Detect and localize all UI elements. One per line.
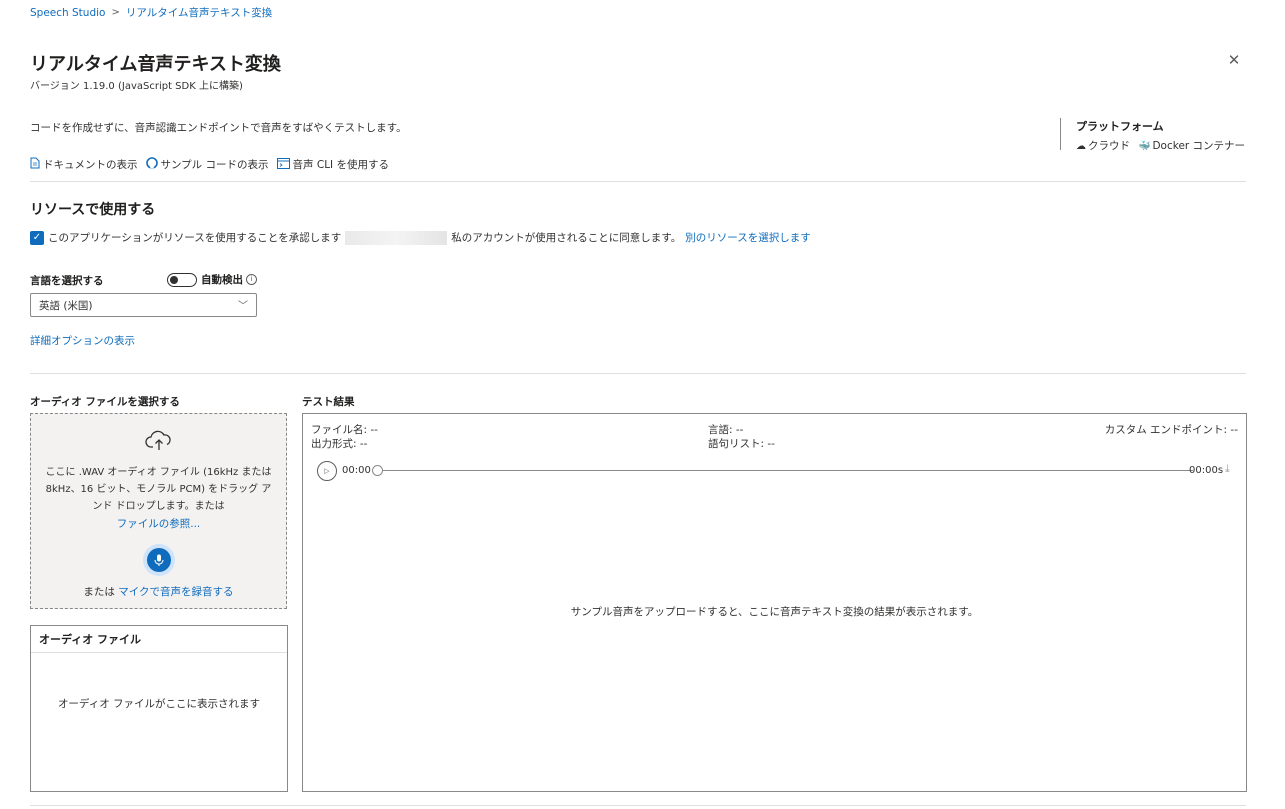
terminal-icon <box>276 157 290 172</box>
audio-dropzone[interactable]: ここに .WAV オーディオ ファイル (16kHz または 8kHz、16 ビ… <box>30 413 287 609</box>
platform-docker-label: Docker コンテナー <box>1152 140 1246 152</box>
divider <box>30 181 1246 182</box>
progress-thumb[interactable] <box>372 465 383 476</box>
audio-player: ▷ 00:00 00:00s ⤓ <box>317 461 1235 481</box>
microphone-icon <box>146 548 171 572</box>
play-button[interactable]: ▷ <box>317 461 337 481</box>
audio-files-empty-text: オーディオ ファイルがここに表示されます <box>57 698 261 710</box>
language-select[interactable]: 英語 (米国) ﹀ <box>30 293 257 317</box>
consent-text-1: このアプリケーションがリソースを使用することを承認します <box>48 232 342 244</box>
select-other-resource-link[interactable]: 別のリソースを選択します <box>685 230 810 245</box>
breadcrumb-root-link[interactable]: Speech Studio <box>30 7 105 19</box>
record-row: または マイクで音声を録音する <box>31 584 286 599</box>
info-icon[interactable]: i <box>246 274 257 285</box>
platform-docker: 🐳 Docker コンテナー <box>1138 138 1245 153</box>
time-start: 00:00 <box>342 465 371 476</box>
record-or-text: または <box>83 586 115 598</box>
browse-files-link[interactable]: ファイルの参照... <box>31 516 286 531</box>
chevron-down-icon: ﹀ <box>238 301 248 312</box>
page-title: リアルタイム音声テキスト変換 <box>30 54 281 75</box>
record-mic-button[interactable] <box>142 544 175 576</box>
audio-files-panel: オーディオ ファイル オーディオ ファイルがここに表示されます <box>30 625 288 792</box>
progress-track[interactable] <box>379 470 1193 471</box>
view-docs-link[interactable]: ドキュメントの表示 <box>30 157 138 172</box>
page-description: コードを作成せずに、音声認識エンドポイントで音声をすばやくテストします。 <box>30 122 407 134</box>
consent-text-2: 私のアカウントが使用されることに同意します。 <box>451 232 682 244</box>
phrase-list-meta: 語句リスト: -- <box>708 438 775 450</box>
results-panel: ファイル名: -- 出力形式: -- 言語: -- 語句リスト: -- カスタム… <box>302 413 1247 792</box>
record-with-mic-link[interactable]: マイクで音声を録音する <box>118 586 233 598</box>
view-sample-code-link[interactable]: サンプル コードの表示 <box>145 157 269 172</box>
doc-links: ドキュメントの表示 サンプル コードの表示 音声 CLI を使用する <box>30 157 389 172</box>
file-name-meta: ファイル名: -- <box>311 424 378 436</box>
consent-row: ✓ このアプリケーションがリソースを使用することを承認します 私のアカウントが使… <box>30 230 811 245</box>
docker-icon: 🐳 <box>1138 141 1151 152</box>
platform-cloud: ☁ クラウド <box>1076 138 1130 153</box>
auto-detect-row: 自動検出 i <box>201 272 257 287</box>
view-sample-code-label: サンプル コードの表示 <box>160 159 269 171</box>
platform-cloud-label: クラウド <box>1088 140 1130 152</box>
dropzone-text: ここに .WAV オーディオ ファイル (16kHz または 8kHz、16 ビ… <box>45 467 272 512</box>
language-select-value: 英語 (米国) <box>39 300 93 312</box>
download-icon[interactable]: ⤓ <box>1225 462 1230 476</box>
audio-files-title: オーディオ ファイル <box>31 626 287 653</box>
language-meta: 言語: -- <box>708 424 744 436</box>
cloud-icon: ☁ <box>1076 141 1086 152</box>
output-format-meta: 出力形式: -- <box>311 438 368 450</box>
resource-section-title: リソースで使用する <box>30 202 156 218</box>
view-docs-label: ドキュメントの表示 <box>43 159 138 171</box>
platform-panel: プラットフォーム ☁ クラウド 🐳 Docker コンテナー <box>1060 118 1245 153</box>
breadcrumb: Speech Studio > リアルタイム音声テキスト変換 <box>30 5 272 20</box>
custom-endpoint-meta: カスタム エンドポイント: -- <box>1104 424 1238 436</box>
advanced-options-link[interactable]: 詳細オプションの表示 <box>30 333 135 348</box>
auto-detect-label: 自動検出 <box>201 274 243 286</box>
language-label: 言語を選択する <box>30 275 104 287</box>
document-icon <box>30 157 40 172</box>
results-placeholder: サンプル音声をアップロードすると、ここに音声テキスト変換の結果が表示されます。 <box>570 606 979 618</box>
divider <box>30 373 1246 374</box>
use-cli-link[interactable]: 音声 CLI を使用する <box>276 157 389 172</box>
breadcrumb-current-link[interactable]: リアルタイム音声テキスト変換 <box>126 5 272 20</box>
toggle-knob <box>170 276 178 284</box>
consent-checkbox[interactable]: ✓ <box>30 230 44 245</box>
close-icon[interactable]: ✕ <box>1226 52 1242 68</box>
divider <box>30 805 1246 806</box>
breadcrumb-separator: > <box>111 7 120 18</box>
auto-detect-toggle[interactable] <box>167 273 197 287</box>
time-end: 00:00s <box>1189 465 1224 476</box>
cloud-upload-icon <box>31 430 286 454</box>
redacted-resource-name <box>345 230 448 245</box>
results-title: テスト結果 <box>302 396 355 408</box>
version-text: バージョン 1.19.0 (JavaScript SDK 上に構築) <box>30 81 243 92</box>
github-icon <box>145 157 158 172</box>
use-cli-label: 音声 CLI を使用する <box>292 159 389 171</box>
platform-title: プラットフォーム <box>1076 120 1164 133</box>
audio-select-title: オーディオ ファイルを選択する <box>30 396 180 408</box>
